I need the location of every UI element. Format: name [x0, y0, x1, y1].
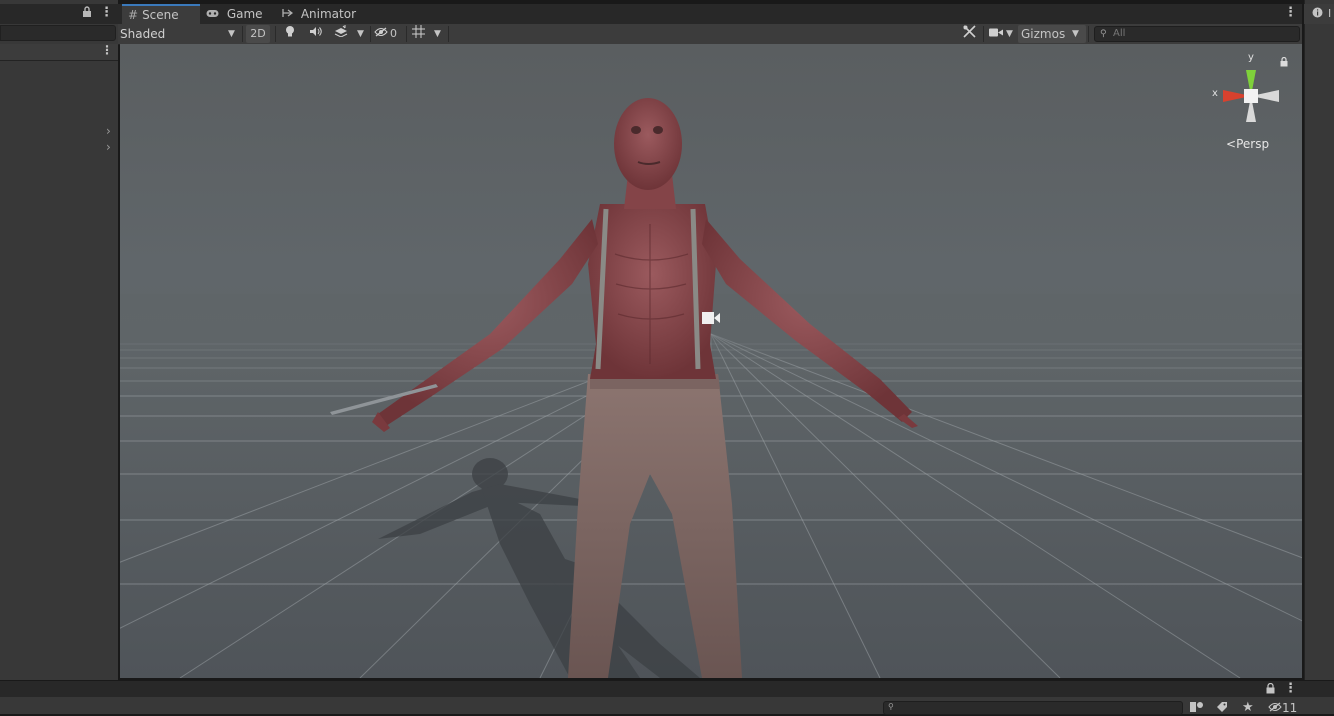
search-icon: ⚲: [888, 702, 894, 711]
scene-toolbar: Shaded ▼ 2D ▼ 0 ▼ ▼ Gizmos ▼ ⚲ All: [118, 24, 1302, 45]
toolbar-divider: [448, 26, 449, 42]
video-camera-icon: [989, 27, 1003, 40]
hidden-packages-count: 11: [1282, 701, 1298, 715]
eye-slash-icon: [1268, 701, 1282, 715]
chevron-right-icon[interactable]: ›: [106, 124, 111, 138]
2d-toggle-button[interactable]: 2D: [246, 25, 270, 43]
scene-render: [120, 98, 1302, 678]
hidden-packages-toggle[interactable]: 11: [1268, 701, 1297, 715]
gamepad-icon: [206, 7, 223, 21]
gizmos-label: Gizmos: [1021, 27, 1066, 41]
2d-toggle-label: 2D: [250, 27, 266, 40]
grid-toggle-button[interactable]: [408, 25, 428, 43]
audio-toggle-button[interactable]: [305, 25, 325, 43]
shading-mode-dropdown[interactable]: Shaded ▼: [120, 25, 240, 43]
tab-animator[interactable]: Animator: [276, 4, 368, 24]
perspective-icon: <: [1226, 137, 1237, 151]
project-panel-header: ⋮: [0, 680, 1334, 697]
tools-button[interactable]: [958, 25, 980, 43]
scene-menu-icon[interactable]: ⋮: [1284, 5, 1297, 20]
search-icon: ⚲: [1100, 29, 1107, 39]
camera-dropdown-arrow-icon[interactable]: ▼: [1006, 25, 1013, 43]
speaker-icon: [309, 27, 322, 40]
shading-mode-value: Shaded: [120, 27, 166, 41]
search-placeholder: All: [1113, 28, 1126, 39]
toolbar-divider: [242, 26, 243, 42]
inspector-tab-label: I: [1328, 7, 1332, 20]
hidden-objects-count: 0: [390, 27, 397, 40]
info-icon: [1312, 7, 1323, 21]
scene-tab-bar: # Scene Game Animator ⋮: [118, 4, 1302, 24]
hierarchy-panel: [0, 0, 118, 680]
hierarchy-search-input[interactable]: [0, 25, 116, 41]
eye-slash-icon: [374, 27, 388, 40]
animator-icon: [282, 7, 297, 21]
y-axis-label: y: [1248, 52, 1254, 63]
x-axis-label: x: [1212, 88, 1218, 99]
camera-settings-button[interactable]: [986, 25, 1006, 43]
effects-dropdown-arrow-icon[interactable]: ▼: [357, 25, 364, 43]
gizmo-lock-icon[interactable]: [1280, 56, 1288, 70]
lighting-toggle-button[interactable]: [280, 25, 300, 43]
toolbar-divider: [983, 26, 984, 42]
projection-label: Persp: [1236, 137, 1270, 151]
favorites-star-icon[interactable]: ★: [1242, 700, 1254, 715]
wrench-tools-icon: [962, 25, 976, 41]
dropdown-arrow-icon: ▼: [228, 29, 235, 39]
hierarchy-menu-icon[interactable]: ⋮: [100, 5, 113, 20]
layers-effects-icon: [334, 25, 348, 40]
gizmo-center-cube[interactable]: [1244, 89, 1258, 103]
projection-toggle[interactable]: <Persp: [1226, 137, 1269, 151]
lock-icon[interactable]: [1266, 682, 1275, 697]
grid-hash-icon: #: [128, 8, 139, 22]
grid-dropdown-arrow-icon[interactable]: ▼: [434, 25, 441, 43]
hidden-objects-toggle[interactable]: 0: [374, 25, 404, 43]
zombie-character[interactable]: [330, 98, 918, 678]
toolbar-divider: [406, 26, 407, 42]
tab-animator-label: Animator: [300, 7, 356, 21]
orientation-gizmo[interactable]: y x <Persp: [1206, 52, 1290, 151]
toolbar-divider: [370, 26, 371, 42]
grid-icon: [411, 25, 425, 41]
project-menu-icon[interactable]: ⋮: [1284, 681, 1297, 696]
toolbar-divider: [1088, 26, 1089, 42]
project-search-input[interactable]: ⚲: [883, 701, 1183, 715]
chevron-right-icon[interactable]: ›: [106, 140, 111, 154]
toolbar-divider: [275, 26, 276, 42]
lightbulb-icon: [285, 26, 295, 41]
tab-game-label: Game: [226, 7, 263, 21]
gizmos-button[interactable]: Gizmos ▼: [1018, 25, 1086, 43]
inspector-panel: [1304, 0, 1334, 680]
character-shadow: [378, 458, 700, 678]
lock-icon[interactable]: [82, 6, 92, 21]
tab-scene[interactable]: # Scene: [122, 4, 200, 24]
gizmos-dropdown-arrow-icon: ▼: [1072, 29, 1079, 39]
scene-viewport[interactable]: y x <Persp: [120, 44, 1302, 678]
tab-game[interactable]: Game: [200, 4, 272, 24]
effects-toggle-button[interactable]: [331, 25, 351, 43]
scene-search-input[interactable]: ⚲ All: [1094, 26, 1300, 42]
tab-inspector[interactable]: I: [1304, 4, 1334, 24]
hierarchy-scene-menu-icon[interactable]: ⋮: [101, 43, 113, 57]
tab-scene-label: Scene: [142, 8, 179, 22]
